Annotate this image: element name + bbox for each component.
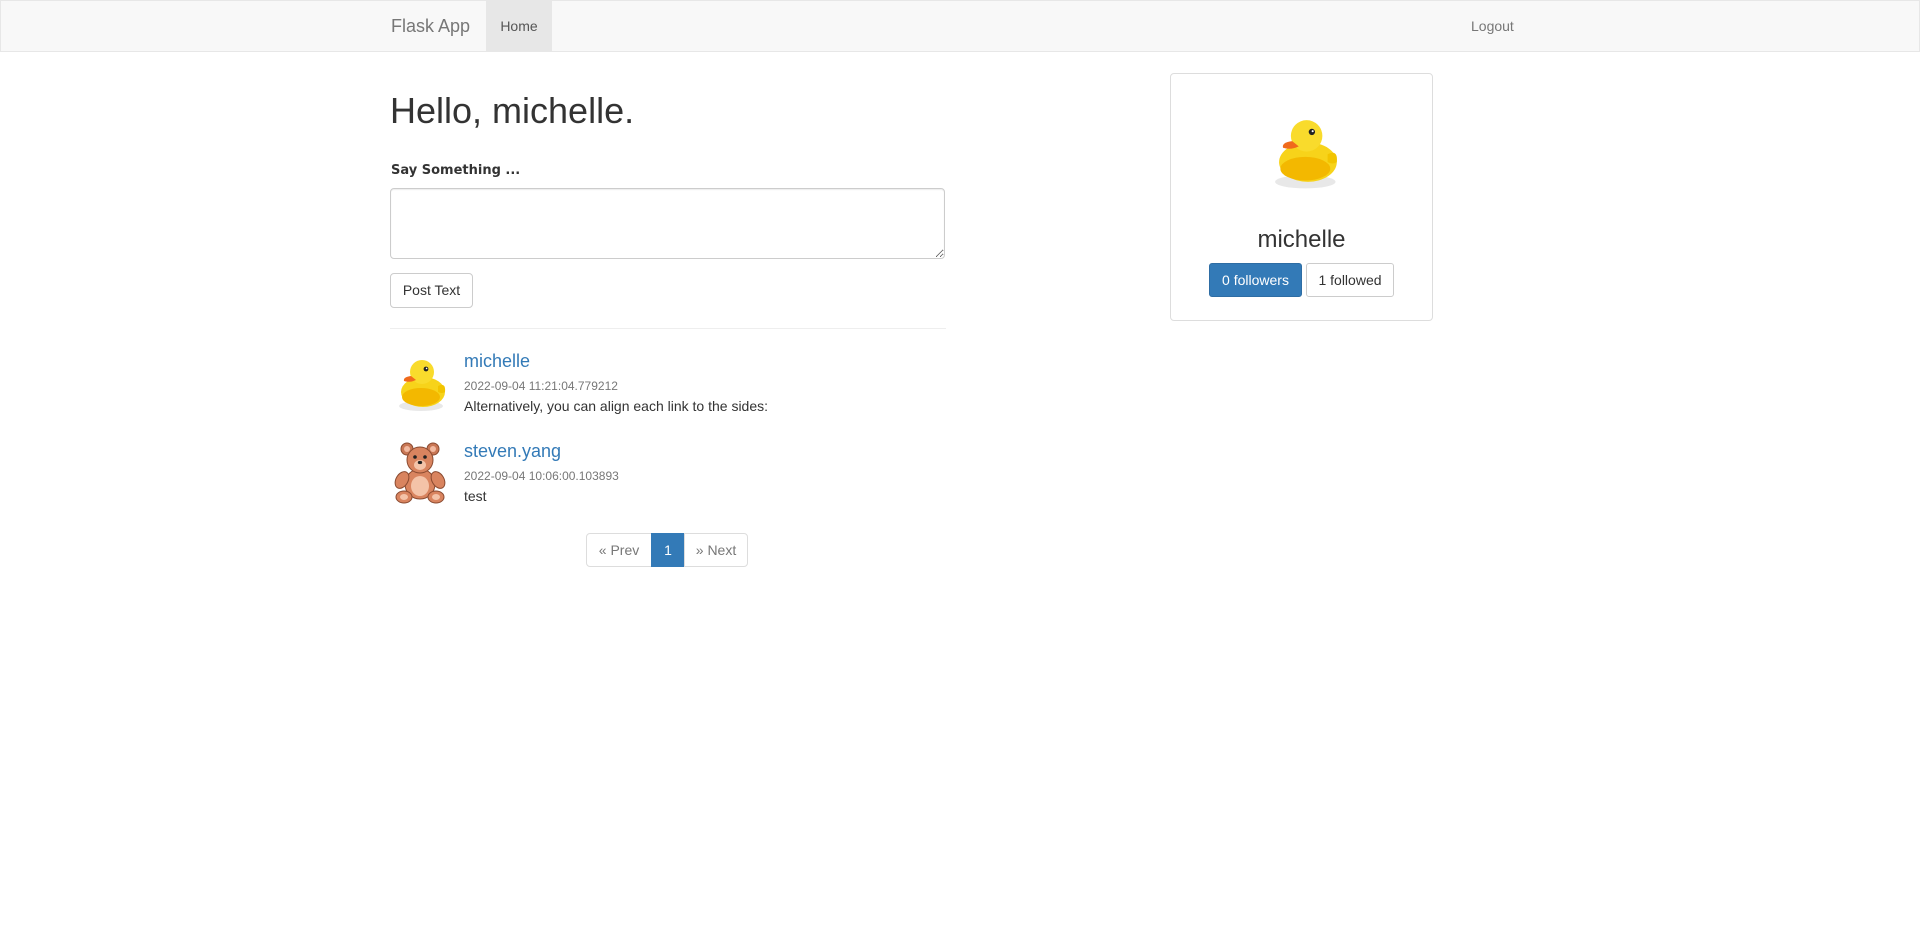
pagination: « Prev 1 » Next [586, 533, 748, 568]
rubber-duck-icon [1264, 107, 1344, 191]
profile-username: michelle [1257, 226, 1346, 253]
post-textarea[interactable] [390, 188, 945, 259]
divider [390, 328, 946, 329]
rubber-duck-icon[interactable] [390, 350, 450, 414]
post-timestamp: 2022-09-04 10:06:00.103893 [464, 469, 619, 483]
post-form-label: Say Something ... [391, 163, 521, 178]
post-author-link[interactable]: steven.yang [464, 440, 561, 462]
pagination-current-page[interactable]: 1 [651, 533, 685, 567]
post-body: test [464, 488, 487, 504]
post-item: steven.yang 2022-09-04 10:06:00.103893 t… [390, 440, 950, 504]
profile-card: michelle 0 followers 1 followed [1170, 73, 1433, 321]
post-author-link[interactable]: michelle [464, 350, 530, 372]
navbar: Flask App Home Logout [0, 0, 1920, 52]
brand-link[interactable]: Flask App [391, 1, 470, 51]
followers-button[interactable]: 0 followers [1209, 263, 1302, 297]
page-title: Hello, michelle. [390, 90, 635, 131]
teddy-bear-icon[interactable] [390, 440, 450, 504]
pagination-prev-link[interactable]: « Prev [586, 533, 652, 567]
post-timestamp: 2022-09-04 11:21:04.779212 [464, 379, 618, 393]
nav-home-link[interactable]: Home [486, 1, 552, 51]
post-text-button[interactable]: Post Text [390, 273, 473, 308]
followed-button[interactable]: 1 followed [1306, 263, 1394, 297]
pagination-next-link[interactable]: » Next [684, 533, 748, 567]
post-body: Alternatively, you can align each link t… [464, 398, 769, 414]
nav-logout-link[interactable]: Logout [1471, 1, 1514, 51]
post-item: michelle 2022-09-04 11:21:04.779212 Alte… [390, 350, 950, 414]
